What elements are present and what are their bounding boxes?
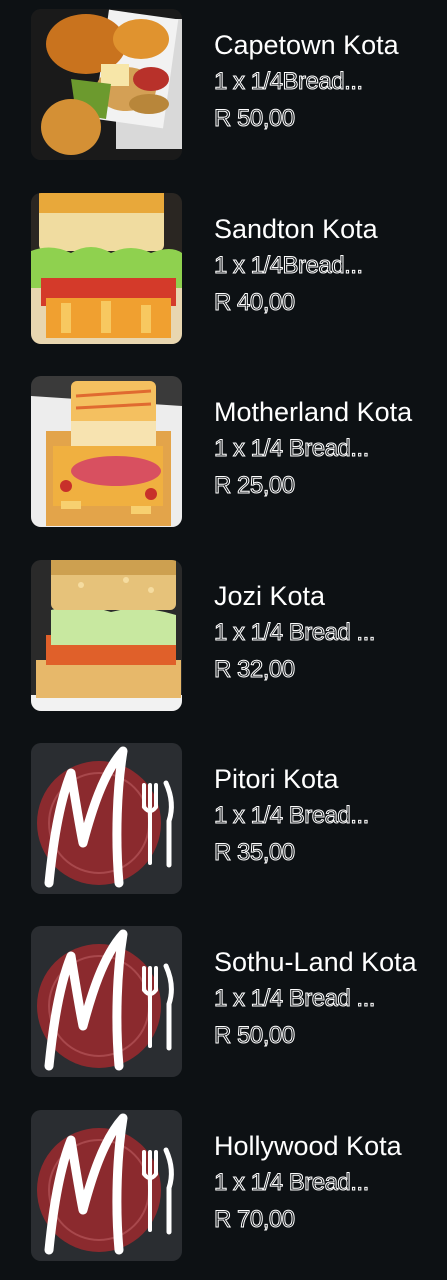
capetown-kota-photo[interactable] bbox=[31, 9, 182, 160]
item-description: 1 x 1/4 Bread ... bbox=[214, 619, 376, 647]
restaurant-logo-placeholder[interactable] bbox=[31, 1110, 182, 1261]
sandton-kota-photo[interactable] bbox=[31, 193, 182, 344]
item-price: R 32,00 bbox=[214, 656, 296, 684]
restaurant-logo-icon bbox=[31, 926, 182, 1077]
item-description: 1 x 1/4 Bread... bbox=[214, 802, 370, 830]
restaurant-logo-icon bbox=[31, 1110, 182, 1261]
jozi-kota-photo[interactable] bbox=[31, 560, 182, 711]
kota-photo-image bbox=[31, 560, 182, 711]
item-price: R 50,00 bbox=[214, 105, 296, 133]
item-description: 1 x 1/4Bread... bbox=[214, 68, 364, 96]
item-price: R 70,00 bbox=[214, 1206, 296, 1234]
item-name: Sandton Kota bbox=[214, 214, 378, 244]
menu-item-hollywood-kota[interactable]: Hollywood Kota 1 x 1/4 Bread... R 70,00 bbox=[0, 1110, 447, 1270]
item-description: 1 x 1/4 Bread ... bbox=[214, 985, 376, 1013]
kota-photo-image bbox=[31, 376, 182, 527]
item-description: 1 x 1/4Bread... bbox=[214, 252, 364, 280]
item-name: Jozi Kota bbox=[214, 581, 326, 611]
kota-photo-image bbox=[31, 193, 182, 344]
item-description: 1 x 1/4 Bread... bbox=[214, 1169, 370, 1197]
menu-item-jozi-kota[interactable]: Jozi Kota 1 x 1/4 Bread ... R 32,00 bbox=[0, 560, 447, 720]
motherland-kota-photo[interactable] bbox=[31, 376, 182, 527]
item-name: Pitori Kota bbox=[214, 764, 339, 794]
menu-item-sandton-kota[interactable]: Sandton Kota 1 x 1/4Bread... R 40,00 bbox=[0, 193, 447, 353]
menu-item-capetown-kota[interactable]: Capetown Kota 1 x 1/4Bread... R 50,00 bbox=[0, 9, 447, 169]
item-name: Hollywood Kota bbox=[214, 1131, 402, 1161]
restaurant-logo-icon bbox=[31, 743, 182, 894]
menu-item-sothu-land-kota[interactable]: Sothu-Land Kota 1 x 1/4 Bread ... R 50,0… bbox=[0, 926, 447, 1086]
item-name: Motherland Kota bbox=[214, 397, 413, 427]
item-price: R 25,00 bbox=[214, 472, 296, 500]
item-description: 1 x 1/4 Bread... bbox=[214, 435, 370, 463]
menu-item-pitori-kota[interactable]: Pitori Kota 1 x 1/4 Bread... R 35,00 bbox=[0, 743, 447, 903]
restaurant-logo-placeholder[interactable] bbox=[31, 743, 182, 894]
item-name: Sothu-Land Kota bbox=[214, 947, 417, 977]
item-price: R 50,00 bbox=[214, 1022, 296, 1050]
menu-item-motherland-kota[interactable]: Motherland Kota 1 x 1/4 Bread... R 25,00 bbox=[0, 376, 447, 536]
item-name: Capetown Kota bbox=[214, 30, 399, 60]
item-price: R 35,00 bbox=[214, 839, 296, 867]
kota-photo-image bbox=[31, 9, 182, 160]
menu-list: Capetown Kota 1 x 1/4Bread... R 50,00 Sa… bbox=[0, 0, 447, 1280]
item-price: R 40,00 bbox=[214, 289, 296, 317]
restaurant-logo-placeholder[interactable] bbox=[31, 926, 182, 1077]
